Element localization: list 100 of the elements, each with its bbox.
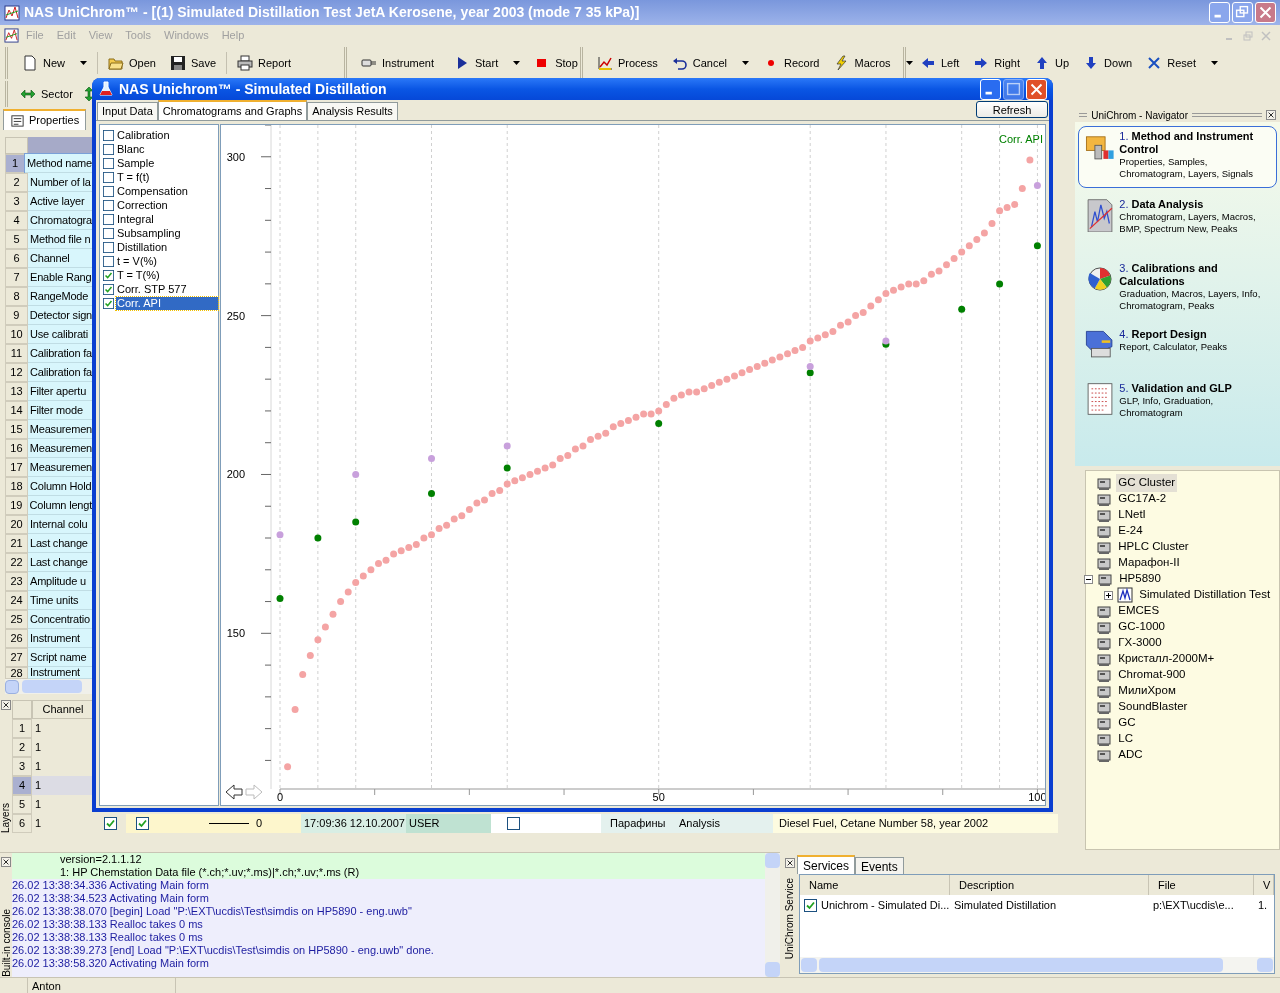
toolbar-button[interactable]: Save [163,51,222,75]
list-item[interactable]: Corr. STP 577 [116,282,218,296]
row-number: 1 [5,154,25,173]
tree-item[interactable]: Chromat-900 [1116,666,1188,684]
list-item[interactable]: t = V(%) [116,254,218,268]
tree-item[interactable]: ADC [1116,746,1145,764]
navigator-item[interactable]: 1. Method and Instrument Control Properties, Samples, Chromatogram, Layers, Signals [1078,126,1277,188]
list-item[interactable]: T = f(t) [116,170,218,184]
tree-item[interactable]: GC17A-2 [1116,490,1169,508]
properties-tab[interactable]: Properties [3,109,87,130]
tab[interactable]: Input Data [97,102,158,120]
row-number: 5 [5,230,28,249]
property-name: Last change [28,534,92,553]
list-item[interactable]: Compensation [116,184,218,198]
tree-item[interactable]: E-24 [1116,522,1145,540]
property-name: Calibration fa [28,344,92,363]
property-name: Instrument [28,667,92,679]
navigator-item[interactable]: 2. Data Analysis Chromatogram, Layers, Macros, BMP, Spectrum New, Peaks [1078,194,1277,252]
property-name: Measuremen [27,420,92,439]
toolbar-button[interactable]: Cancel [665,51,755,75]
list-item[interactable]: Corr. API [116,296,218,310]
navigator-item[interactable]: 3. Calibrations and Calculations Graduation, Macros, Layers, Info, Chromatogram, Peaks [1078,258,1277,318]
panel-label: Layers [0,803,12,833]
row-number: 21 [5,534,28,553]
property-name: Chromatogra [28,211,92,230]
tree-item[interactable]: GC Cluster [1116,474,1178,492]
tree-item[interactable]: Simulated Distillation Test [1137,586,1273,604]
console-line: 26.02 13:38:38.070 [begin] Load "P:\EXT\ucdis\Test\simdis on HP5890 - eng.uwb" [12,905,413,918]
list-item[interactable]: Blanc [116,142,218,156]
navigator-item[interactable]: 5. Validation and GLP GLP, Info, Graduation, Chromatogram [1078,378,1277,440]
toolbar-button[interactable]: Down [1077,51,1139,75]
tree-item[interactable]: Марафон-II [1116,554,1182,572]
list-item[interactable]: Distillation [116,240,218,254]
table-cell: 17:09:36 12.10.2007 [301,814,406,833]
row-number: 9 [5,306,28,325]
tree-item[interactable]: МилиХром [1116,682,1178,700]
tab[interactable]: Services [797,855,855,874]
row-number: 2 [12,738,32,757]
tree-item[interactable]: Кристалл-2000М+ [1116,650,1217,668]
tree-item[interactable]: GC-1000 [1116,618,1167,636]
property-name: Filter apertu [28,382,92,401]
toolbar-button[interactable]: Record [757,51,826,75]
list-item[interactable]: Integral [116,212,218,226]
table-cell: 1 [32,776,94,795]
tree-item[interactable]: LC [1116,730,1135,748]
tree-item[interactable]: GC [1116,714,1138,732]
row-number: 5 [12,795,32,814]
row-number: 3 [12,757,32,776]
tree-item[interactable]: ГХ-3000 [1116,634,1164,652]
tree-item[interactable]: HPLC Cluster [1116,538,1191,556]
axis-tick-label: 200 [226,468,245,481]
window-title: NAS Unichrom™ - Simulated Distillation [119,79,387,99]
toolbar-button[interactable]: Instrument [355,51,440,75]
tab[interactable]: Chromatograms and Graphs [157,100,308,120]
tree-item[interactable]: HP5890 [1117,570,1163,588]
console-line: 26.02 13:38:38.133 Realloc takes 0 ms [12,931,204,944]
toolbar-button[interactable]: Right [967,51,1027,75]
row-number: 4 [12,776,32,795]
tab[interactable]: Analysis Results [307,102,398,120]
row-number: 10 [5,325,28,344]
list-item[interactable]: T = T(%) [116,268,218,282]
row-number: 13 [5,382,28,401]
row-number: 17 [5,458,28,477]
list-item[interactable]: Subsampling [116,226,218,240]
property-name: Method file n [28,230,92,249]
toolbar-button[interactable]: Open [102,51,162,75]
console-line: 26.02 13:38:58.320 Activating Main form [12,957,210,970]
row-number: 25 [5,610,28,629]
row-number: 27 [5,648,28,667]
tree-item[interactable]: LNetI [1116,506,1148,524]
toolbar-button[interactable]: Sector [14,82,79,106]
toolbar-button[interactable]: New [16,51,93,75]
status-text: Anton [28,978,176,993]
console-line: 26.02 13:38:39.273 [end] Load "P:\EXT\ucdis\Test\simdis on HP5890 - eng.uwb" done. [12,944,435,957]
property-name: Number of la [28,173,92,192]
list-item[interactable]: Calibration [116,128,218,142]
refresh-button[interactable]: Refresh [976,101,1048,118]
property-name: Column lengt [27,496,92,515]
toolbar-button[interactable]: Reset [1140,51,1224,75]
row-number: 26 [5,629,28,648]
toolbar-button[interactable]: Up [1028,51,1076,75]
toolbar-button[interactable]: Process [591,51,664,75]
tree-item[interactable]: SoundBlaster [1116,698,1190,716]
property-name: Measuremen [27,458,92,477]
row-number: 12 [5,363,28,382]
navigator-item-title: 3. Calibrations and Calculations [1119,262,1219,288]
toolbar-button[interactable]: Start [447,51,527,75]
list-item[interactable]: Correction [116,198,218,212]
row-number: 7 [5,268,28,287]
row-number: 6 [5,249,28,268]
toolbar-button[interactable]: Stop [528,51,584,75]
tree-item[interactable]: EMCES [1116,602,1162,620]
table-cell-text: Unichrom - Simulated Di... [821,897,950,913]
navigator-item[interactable]: 4. Report Design Report, Calculator, Peaks [1078,324,1277,372]
list-item[interactable]: Sample [116,156,218,170]
toolbar-button[interactable]: Report [231,51,298,75]
table-cell: Analysis [673,814,773,833]
column-header: Name [800,875,950,895]
panel-label: UniChrom Service [783,878,796,960]
tab[interactable]: Events [855,857,904,874]
